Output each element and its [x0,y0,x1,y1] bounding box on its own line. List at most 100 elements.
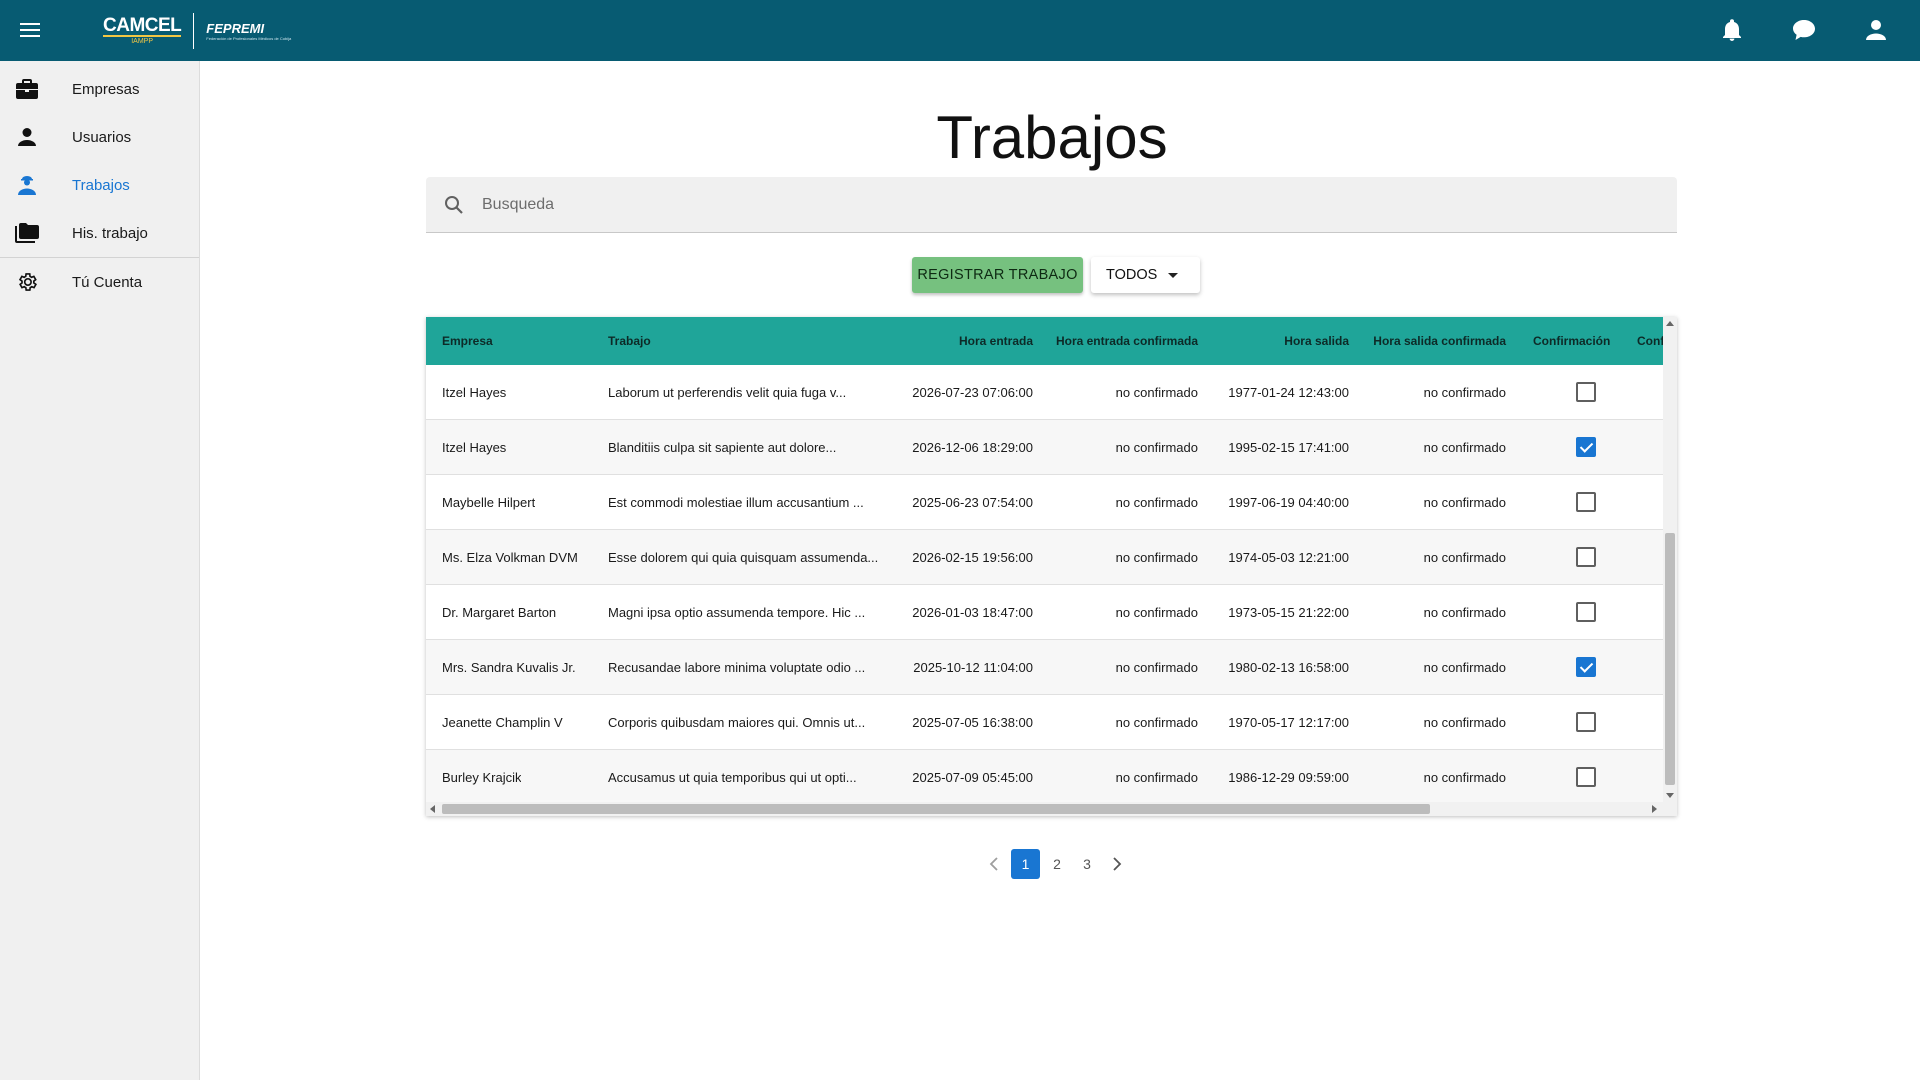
table-row[interactable]: Maybelle Hilpert Est commodi molestiae i… [426,475,1663,530]
confirmation-checkbox[interactable] [1576,602,1596,622]
table-row[interactable]: Jeanette Champlin V Corporis quibusdam m… [426,695,1663,750]
column-header-empresa[interactable]: Empresa [442,317,493,365]
cell-entrada-confirmada: no confirmado [1115,495,1198,510]
vertical-scrollbar[interactable] [1663,317,1677,802]
bell-icon [1723,19,1741,41]
sidebar-item-cuenta[interactable]: Tú Cuenta [0,258,199,306]
sidebar-item-trabajos[interactable]: Trabajos [0,161,199,209]
top-actions [1716,14,1892,46]
cell-entrada-confirmada: no confirmado [1115,770,1198,785]
account-icon [1866,20,1886,40]
menu-button[interactable] [14,14,46,46]
sidebar-item-label: Usuarios [72,128,132,146]
confirmation-checkbox[interactable] [1576,437,1596,457]
table-row[interactable]: Itzel Hayes Blanditiis culpa sit sapient… [426,420,1663,475]
sidebar-item-label: His. trabajo [72,224,148,242]
register-job-button[interactable]: REGISTRAR TRABAJO [912,257,1083,293]
page-3-button[interactable]: 3 [1072,849,1102,879]
worker-icon [15,173,39,197]
fepremi-logo-subtext: Federación de Profesionales Médicos de C… [206,35,292,41]
top-app-bar: CAMCEL IAMPP FEPREMI Federación de Profe… [0,0,1920,61]
cell-hora-salida: 1970-05-17 12:17:00 [1228,715,1349,730]
search-input[interactable] [482,177,1662,233]
table-row[interactable]: Ms. Elza Volkman DVM Esse dolorem qui qu… [426,530,1663,585]
cell-trabajo: Accusamus ut quia temporibus qui ut opti… [608,770,857,785]
gear-icon [15,270,39,294]
column-header-hora-salida[interactable]: Hora salida [1284,317,1349,365]
column-header-conf[interactable]: Conf [1637,317,1664,365]
chevron-left-icon [989,857,998,871]
column-header-hora-entrada[interactable]: Hora entrada [959,317,1033,365]
pagination: 1 2 3 [979,848,1132,880]
confirmation-checkbox[interactable] [1576,657,1596,677]
table-header: Empresa Trabajo Hora entrada Hora entrad… [426,317,1664,365]
menu-icon [20,23,40,37]
table-row[interactable]: Itzel Hayes Laborum ut perferendis velit… [426,365,1663,420]
table-row[interactable]: Burley Krajcik Accusamus ut quia tempori… [426,750,1663,805]
horizontal-scrollbar[interactable] [426,802,1677,816]
confirmation-checkbox[interactable] [1576,712,1596,732]
cell-entrada-confirmada: no confirmado [1115,605,1198,620]
cell-entrada-confirmada: no confirmado [1115,715,1198,730]
cell-entrada-confirmada: no confirmado [1115,385,1198,400]
chevron-right-icon [1113,857,1122,871]
sidebar-item-usuarios[interactable]: Usuarios [0,113,199,161]
account-button[interactable] [1860,14,1892,46]
jobs-table: Empresa Trabajo Hora entrada Hora entrad… [426,317,1677,816]
sidebar-item-empresas[interactable]: Empresas [0,65,199,113]
cell-hora-salida: 1973-05-15 21:22:00 [1228,605,1349,620]
folder-icon [15,221,39,245]
cell-hora-entrada: 2025-07-09 05:45:00 [912,770,1033,785]
table-body: Itzel Hayes Laborum ut perferendis velit… [426,365,1663,805]
cell-hora-salida: 1986-12-29 09:59:00 [1228,770,1349,785]
brand-divider [193,13,195,49]
scroll-left-arrow-icon[interactable] [430,805,435,813]
table-row[interactable]: Mrs. Sandra Kuvalis Jr. Recusandae labor… [426,640,1663,695]
cell-salida-confirmada: no confirmado [1423,660,1506,675]
column-header-hora-entrada-confirmada[interactable]: Hora entrada confirmada [1056,317,1198,365]
person-icon [15,125,39,149]
cell-empresa: Ms. Elza Volkman DVM [442,550,578,565]
confirmation-checkbox[interactable] [1576,767,1596,787]
notifications-button[interactable] [1716,14,1748,46]
page-1-button[interactable]: 1 [1011,849,1040,879]
cell-trabajo: Laborum ut perferendis velit quia fuga v… [608,385,847,400]
briefcase-icon [15,77,39,101]
confirmation-checkbox[interactable] [1576,492,1596,512]
cell-hora-salida: 1974-05-03 12:21:00 [1228,550,1349,565]
column-header-trabajo[interactable]: Trabajo [608,317,651,365]
cell-entrada-confirmada: no confirmado [1115,660,1198,675]
horizontal-scroll-thumb[interactable] [442,804,1430,814]
cell-salida-confirmada: no confirmado [1423,495,1506,510]
column-header-hora-salida-confirmada[interactable]: Hora salida confirmada [1373,317,1506,365]
search-icon [445,196,463,214]
page-2-button[interactable]: 2 [1042,849,1072,879]
next-page-button[interactable] [1102,849,1132,879]
scroll-up-arrow-icon[interactable] [1666,321,1674,326]
cell-trabajo: Recusandae labore minima voluptate odio … [608,660,866,675]
scroll-down-arrow-icon[interactable] [1666,793,1674,798]
brand-logos: CAMCEL IAMPP FEPREMI Federación de Profe… [103,12,291,50]
filter-dropdown[interactable]: TODOS [1091,257,1200,293]
cell-trabajo: Magni ipsa optio assumenda tempore. Hic … [608,605,866,620]
cell-hora-salida: 1980-02-13 16:58:00 [1228,660,1349,675]
previous-page-button[interactable] [979,849,1009,879]
fepremi-logo: FEPREMI Federación de Profesionales Médi… [206,21,292,41]
cell-hora-entrada: 2025-06-23 07:54:00 [912,495,1033,510]
scroll-right-arrow-icon[interactable] [1652,805,1657,813]
cell-salida-confirmada: no confirmado [1423,715,1506,730]
sidebar-item-historial[interactable]: His. trabajo [0,209,199,257]
column-header-confirmacion[interactable]: Confirmación [1533,317,1610,365]
table-row[interactable]: Dr. Margaret Barton Magni ipsa optio ass… [426,585,1663,640]
cell-empresa: Itzel Hayes [442,440,507,455]
messages-button[interactable] [1788,14,1820,46]
cell-hora-entrada: 2026-12-06 18:29:00 [912,440,1033,455]
cell-entrada-confirmada: no confirmado [1115,440,1198,455]
confirmation-checkbox[interactable] [1576,382,1596,402]
confirmation-checkbox[interactable] [1576,547,1596,567]
sidebar-item-label: Tú Cuenta [72,273,143,291]
vertical-scroll-thumb[interactable] [1665,533,1675,785]
cell-hora-entrada: 2026-01-03 18:47:00 [912,605,1033,620]
cell-salida-confirmada: no confirmado [1423,770,1506,785]
cell-hora-entrada: 2026-07-23 07:06:00 [912,385,1033,400]
